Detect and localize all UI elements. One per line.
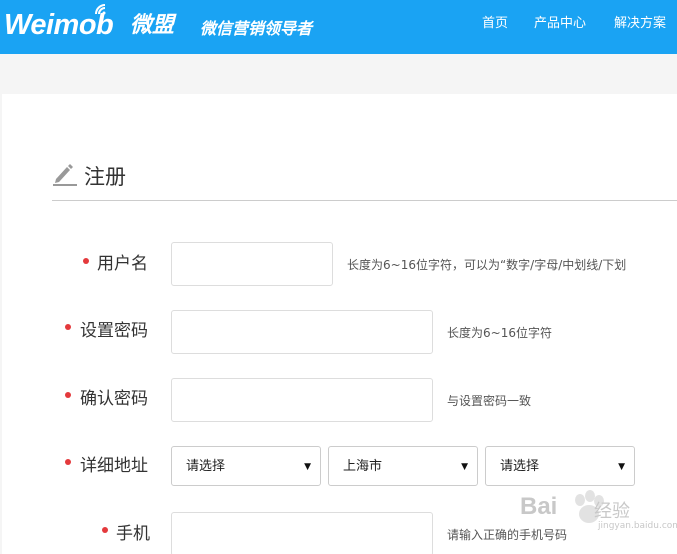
pencil-icon <box>53 164 77 186</box>
district-select[interactable]: 请选择 ▼ <box>485 446 635 486</box>
password-input[interactable] <box>171 310 433 354</box>
watermark-text: Bai <box>520 493 558 520</box>
phone-label: 手机 <box>116 524 150 544</box>
required-dot <box>83 258 89 264</box>
province-select-value: 请选择 <box>186 459 226 474</box>
nav-solutions[interactable]: 解决方案 <box>614 14 666 34</box>
watermark-url: jingyan.baidu.com <box>598 521 677 531</box>
page-title: 注册 <box>84 165 126 189</box>
title-divider <box>52 200 677 201</box>
wifi-icon <box>95 4 106 15</box>
required-dot <box>65 324 71 330</box>
city-select[interactable]: 上海市 ▼ <box>328 446 478 486</box>
caret-down-icon: ▼ <box>304 462 311 472</box>
caret-down-icon: ▼ <box>618 462 625 472</box>
weimob-logo-cn[interactable]: 微盟 <box>130 9 174 43</box>
confirm-password-label: 确认密码 <box>80 389 148 409</box>
slogan: 微信营销领导者 <box>200 19 313 38</box>
district-select-value: 请选择 <box>500 459 540 474</box>
nav-products[interactable]: 产品中心 <box>534 14 586 34</box>
confirm-password-input[interactable] <box>171 378 433 422</box>
required-dot <box>65 459 71 465</box>
city-select-value: 上海市 <box>343 459 383 474</box>
caret-down-icon: ▼ <box>461 462 468 472</box>
username-hint: 长度为6~16位字符，可以为“数字/字母/中划线/下划 <box>347 258 627 272</box>
required-dot <box>65 392 71 398</box>
username-label: 用户名 <box>97 254 148 274</box>
nav-home[interactable]: 首页 <box>482 14 508 34</box>
top-header: Weimob 微盟 微信营销领导者 首页 产品中心 解决方案 <box>0 0 677 54</box>
watermark-text-cn: 经验 <box>594 501 630 522</box>
required-dot <box>102 527 108 533</box>
confirm-password-hint: 与设置密码一致 <box>447 394 532 408</box>
password-label: 设置密码 <box>80 321 148 341</box>
address-label: 详细地址 <box>80 456 148 476</box>
password-hint: 长度为6~16位字符 <box>447 326 552 340</box>
phone-input[interactable] <box>171 512 433 554</box>
username-input[interactable] <box>171 242 333 286</box>
province-select[interactable]: 请选择 ▼ <box>171 446 321 486</box>
